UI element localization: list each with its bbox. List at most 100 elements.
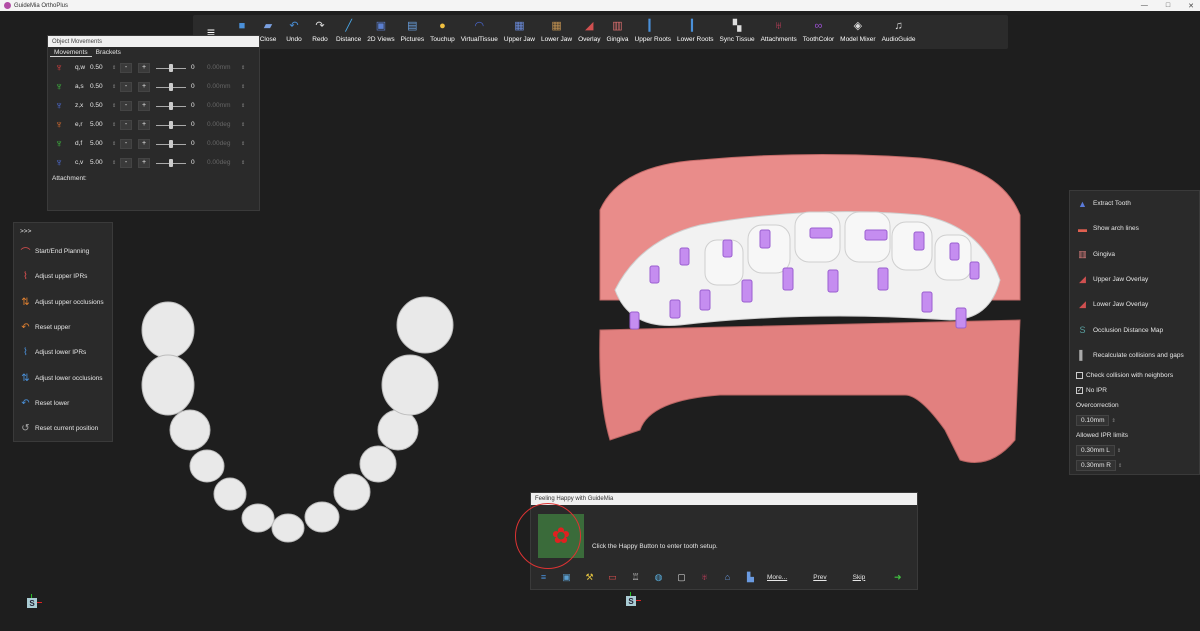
spin-icon[interactable]: ⇕ [112,160,120,166]
toolbar-button-pictures[interactable]: ▤ Pictures [398,15,427,43]
toolbar-button-virtual-tissue[interactable]: ◠ VirtualTissue [458,15,501,43]
right-panel-item[interactable]: ◢ Lower Jaw Overlay [1070,292,1199,317]
toolbar-button-undo[interactable]: ↶ Undo [281,15,307,43]
step-input[interactable]: 0.50 [90,102,112,109]
left-panel-item[interactable]: ⇅ Adjust lower occlusions [14,365,112,390]
check-collision-checkbox[interactable]: Check collision with neighbors [1070,368,1199,383]
prev-link[interactable]: Prev [813,574,826,581]
toolbar-button-2d-views[interactable]: ▣ 2D Views [364,15,397,43]
toolbar-button-lower-jaw[interactable]: ▦ Lower Jaw [538,15,575,43]
spin-icon[interactable]: ⇕ [1117,448,1121,454]
plus-button[interactable]: + [138,81,150,92]
movement-slider[interactable] [156,120,186,130]
minus-button[interactable]: - [120,62,132,73]
plus-button[interactable]: + [138,138,150,149]
tooth-icon[interactable]: ♖ [629,571,642,583]
output-field[interactable]: 0.00deg [207,121,241,128]
right-panel-item[interactable]: ▬ Show arch lines [1070,216,1199,241]
output-field[interactable]: 0.00mm [207,83,241,90]
plus-button[interactable]: + [138,157,150,168]
plus-button[interactable]: + [138,62,150,73]
palette-icon[interactable]: ◍ [652,571,665,583]
minus-button[interactable]: - [120,100,132,111]
minus-button[interactable]: - [120,119,132,130]
plus-button[interactable]: + [138,100,150,111]
toolbar-button-attachments[interactable]: ♅ Attachments [758,15,800,43]
toolbar-button-lower-roots[interactable]: ▎ Lower Roots [674,15,717,43]
toolbar-button-overlay[interactable]: ◢ Overlay [575,15,603,43]
toolbar-button-save[interactable]: ■ [229,15,255,36]
attachment-icon[interactable]: ♅ [698,571,711,583]
minus-button[interactable]: - [120,138,132,149]
right-panel-item[interactable]: ◢ Upper Jaw Overlay [1070,267,1199,292]
left-panel-item[interactable]: ↺ Reset current position [14,416,112,441]
minus-button[interactable]: - [120,81,132,92]
menu-icon[interactable]: ≡ [537,571,550,583]
left-panel-item[interactable]: ⌇ Adjust upper IPRs [14,264,112,289]
output-field[interactable]: 0.00mm [207,102,241,109]
spin-icon[interactable]: ⇕ [112,141,120,147]
close-window-icon[interactable]: ✕ [1188,2,1194,10]
spin-icon[interactable]: ⇕ [241,122,249,128]
left-panel-item[interactable]: ⌇ Adjust lower IPRs [14,340,112,365]
toolbar-button-sync-tissue[interactable]: ▚ Sync Tissue [717,15,758,43]
ipr-l-input[interactable]: 0.30mm L [1076,445,1115,457]
slider-thumb[interactable] [169,120,173,129]
no-ipr-checkbox[interactable]: ✓ No IPR [1070,383,1199,398]
step-input[interactable]: 0.50 [90,83,112,90]
checkbox-box[interactable] [1076,372,1083,380]
overcorrection-input[interactable]: 0.10mm [1076,415,1110,427]
spin-icon[interactable]: ⇕ [1111,418,1115,424]
chart-icon[interactable]: ▙ [744,571,757,583]
spin-icon[interactable]: ⇕ [112,103,120,109]
checkbox-box[interactable]: ✓ [1076,387,1083,395]
movement-slider[interactable] [156,82,186,92]
slider-thumb[interactable] [169,63,173,72]
slider-thumb[interactable] [169,101,173,110]
movement-slider[interactable] [156,158,186,168]
step-input[interactable]: 0.50 [90,64,112,71]
collapse-toggle[interactable]: >>> [14,223,112,239]
spin-icon[interactable]: ⇕ [241,103,249,109]
monitor-icon[interactable]: ▢ [675,571,688,583]
slider-thumb[interactable] [169,158,173,167]
toolbar-button-tooth-color[interactable]: ∞ ToothColor [800,15,837,43]
picture-icon[interactable]: ▣ [560,571,573,583]
spin-icon[interactable]: ⇕ [241,65,249,71]
tools-icon[interactable]: ⚒ [583,571,596,583]
right-panel-item[interactable]: ▌ Recalculate collisions and gaps [1070,343,1199,368]
left-panel-item[interactable]: ↶ Reset lower [14,391,112,416]
left-panel-item[interactable]: ⇅ Adjust upper occlusions [14,290,112,315]
minus-button[interactable]: - [120,157,132,168]
toolbar-button-model-mixer[interactable]: ◈ Model Mixer [837,15,878,43]
spin-icon[interactable]: ⇕ [241,141,249,147]
right-panel-item[interactable]: ▥ Gingiva [1070,242,1199,267]
step-input[interactable]: 5.00 [90,159,112,166]
right-panel-item[interactable]: S Occlusion Distance Map [1070,317,1199,342]
output-field[interactable]: 0.00deg [207,159,241,166]
toolbar-button-touchup[interactable]: ● Touchup [427,15,458,43]
tab-movements[interactable]: Movements [50,49,92,57]
spin-icon[interactable]: ⇕ [112,122,120,128]
movement-slider[interactable] [156,101,186,111]
toolbar-button-upper-roots[interactable]: ▎ Upper Roots [632,15,675,43]
output-field[interactable]: 0.00deg [207,140,241,147]
movement-slider[interactable] [156,139,186,149]
bank-icon[interactable]: ⌂ [721,571,734,583]
toolbar-button-ruler[interactable]: ╱ Distance [333,15,364,43]
toolbar-button-audio-guide[interactable]: ♫ AudioGuide [879,15,919,43]
left-panel-item[interactable]: ⌒ Start/End Planning [14,239,112,264]
toolbar-button-gingiva[interactable]: ▥ Gingiva [603,15,631,43]
movement-slider[interactable] [156,63,186,73]
spin-icon[interactable]: ⇕ [241,84,249,90]
skip-link[interactable]: Skip [853,574,866,581]
spin-icon[interactable]: ⇕ [112,65,120,71]
maximize-icon[interactable]: □ [1166,2,1170,9]
spin-icon[interactable]: ⇕ [112,84,120,90]
tab-brackets[interactable]: Brackets [92,49,125,56]
output-field[interactable]: 0.00mm [207,64,241,71]
step-input[interactable]: 5.00 [90,140,112,147]
arrow-next-icon[interactable]: ➜ [891,571,904,583]
minimize-icon[interactable]: — [1141,2,1148,9]
more-link[interactable]: More... [767,574,787,581]
